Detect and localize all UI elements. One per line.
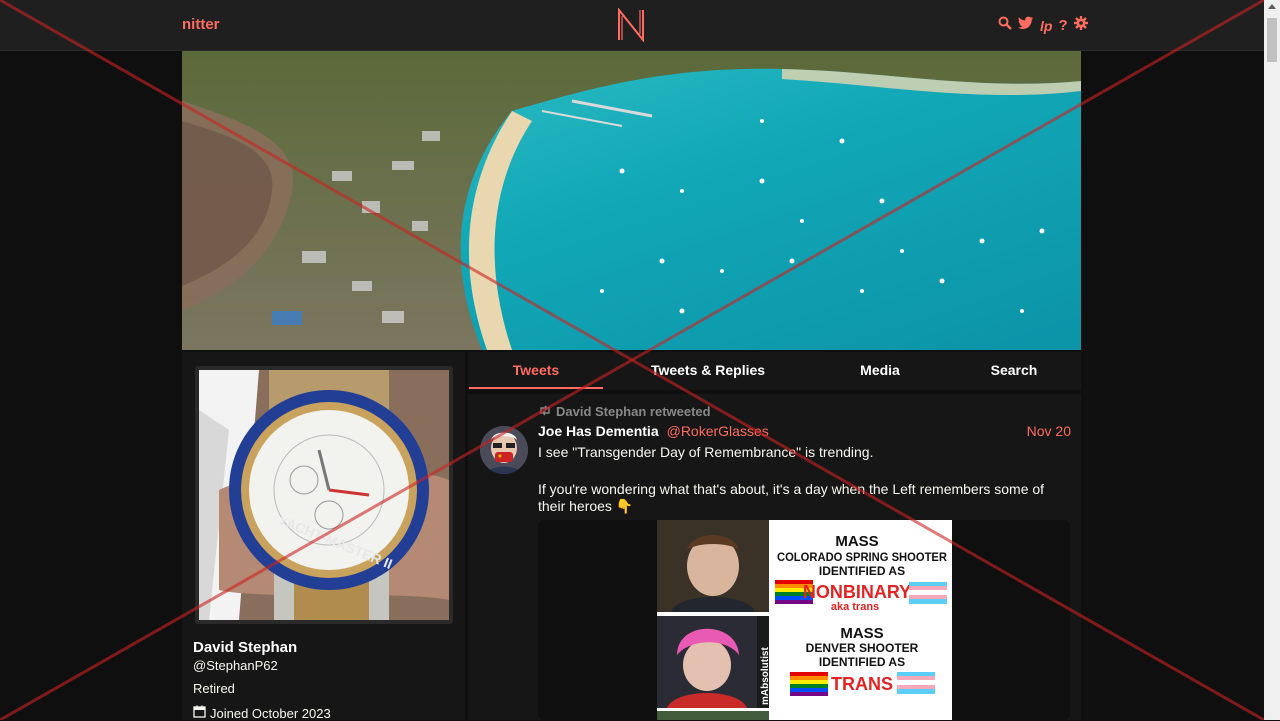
retweet-icon — [538, 404, 552, 419]
tweet-avatar[interactable] — [480, 426, 528, 474]
tweet-text-line: If you're wondering what that's about, i… — [538, 481, 1045, 514]
tweet-media[interactable]: mAbsolutist MASS COLORADO SPRING SHOOTER… — [538, 520, 1070, 720]
settings-icon[interactable] — [1073, 16, 1088, 35]
scrollbar[interactable] — [1264, 0, 1280, 720]
tab-tweets[interactable]: Tweets — [469, 352, 603, 389]
media-text: IDENTIFIED AS — [819, 655, 905, 669]
joined-date: Joined October 2023 — [210, 705, 331, 721]
media-text: NONBINARY — [803, 582, 911, 602]
timeline: David Stephan retweeted Joe Has Dementia… — [468, 394, 1081, 720]
tweet-date[interactable]: Nov 20 — [1027, 423, 1071, 439]
tweet-username[interactable]: @RokerGlasses — [667, 423, 769, 439]
media-text: IDENTIFIED AS — [819, 564, 905, 578]
tweet-fullname[interactable]: Joe Has Dementia — [538, 423, 659, 439]
tweet-image[interactable]: mAbsolutist MASS COLORADO SPRING SHOOTER… — [657, 520, 952, 720]
avatar[interactable]: YACHT-MASTER II — [199, 370, 449, 620]
rss-icon[interactable]: lp — [1040, 18, 1052, 34]
media-text: aka trans — [831, 601, 879, 613]
media-text: TRANS — [831, 674, 893, 694]
scrollbar-thumb[interactable] — [1267, 18, 1277, 62]
profile-bio: Retired — [193, 681, 235, 696]
avatar-frame: YACHT-MASTER II — [195, 366, 453, 624]
media-text: MASS — [840, 625, 883, 642]
tab-search[interactable]: Search — [964, 352, 1064, 389]
media-text: DENVER SHOOTER — [806, 641, 919, 655]
search-icon[interactable] — [998, 16, 1012, 35]
tweet-text-line: I see "Transgender Day of Remembrance" i… — [538, 444, 874, 460]
navbar: nitter lp ? — [0, 0, 1264, 51]
profile-joined: Joined October 2023 — [193, 705, 331, 721]
brand-link[interactable]: nitter — [182, 16, 220, 33]
nitter-logo-icon[interactable] — [615, 8, 647, 42]
profile-fullname[interactable]: David Stephan — [193, 639, 297, 656]
retweet-text: David Stephan retweeted — [556, 404, 711, 419]
twitter-icon[interactable] — [1018, 16, 1034, 35]
tweet-header: Joe Has Dementia @RokerGlasses — [538, 423, 769, 439]
tab-bar: Tweets Tweets & Replies Media Search — [468, 352, 1081, 390]
profile-card: YACHT-MASTER II David Stephan @StephanP6… — [182, 352, 465, 721]
media-text: MASS — [835, 533, 878, 550]
tab-media[interactable]: Media — [830, 352, 930, 389]
help-icon[interactable]: ? — [1058, 17, 1067, 34]
scroll-up-icon[interactable] — [1268, 4, 1276, 9]
retweet-header: David Stephan retweeted — [538, 404, 711, 419]
tab-tweets-replies[interactable]: Tweets & Replies — [632, 352, 784, 389]
profile-username[interactable]: @StephanP62 — [193, 658, 278, 673]
profile-banner[interactable] — [182, 51, 1081, 350]
media-text: COLORADO SPRING SHOOTER — [777, 550, 947, 564]
calendar-icon — [193, 705, 206, 721]
